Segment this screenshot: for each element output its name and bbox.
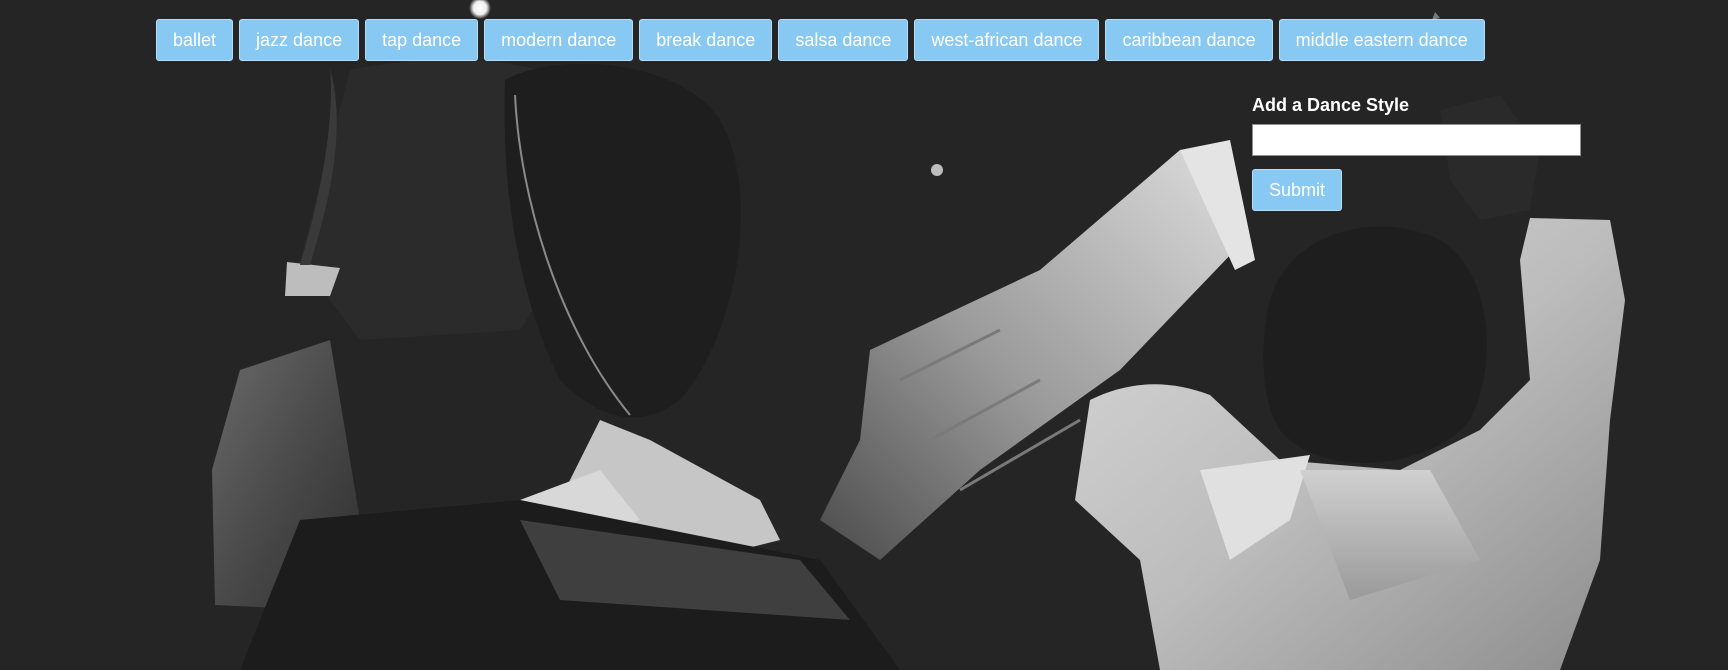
style-button-tap-dance[interactable]: tap dance xyxy=(365,19,479,61)
style-button-modern-dance[interactable]: modern dance xyxy=(484,19,634,61)
style-button-middle-eastern-dance[interactable]: middle eastern dance xyxy=(1278,19,1485,61)
style-button-west-african-dance[interactable]: west-african dance xyxy=(914,19,1100,61)
style-button-jazz-dance[interactable]: jazz dance xyxy=(239,19,360,61)
style-button-break-dance[interactable]: break dance xyxy=(639,19,773,61)
style-button-caribbean-dance[interactable]: caribbean dance xyxy=(1105,19,1273,61)
add-dance-style-label: Add a Dance Style xyxy=(1252,95,1410,115)
dance-styles-nav: ballet jazz dance tap dance modern dance… xyxy=(156,19,1485,61)
dance-style-input[interactable] xyxy=(1252,124,1581,156)
style-button-salsa-dance[interactable]: salsa dance xyxy=(778,19,909,61)
add-dance-style-form: Add a Dance Style Submit xyxy=(1252,94,1582,211)
style-button-ballet[interactable]: ballet xyxy=(156,19,234,61)
page: ballet jazz dance tap dance modern dance… xyxy=(0,0,1728,670)
submit-button[interactable]: Submit xyxy=(1252,169,1343,211)
